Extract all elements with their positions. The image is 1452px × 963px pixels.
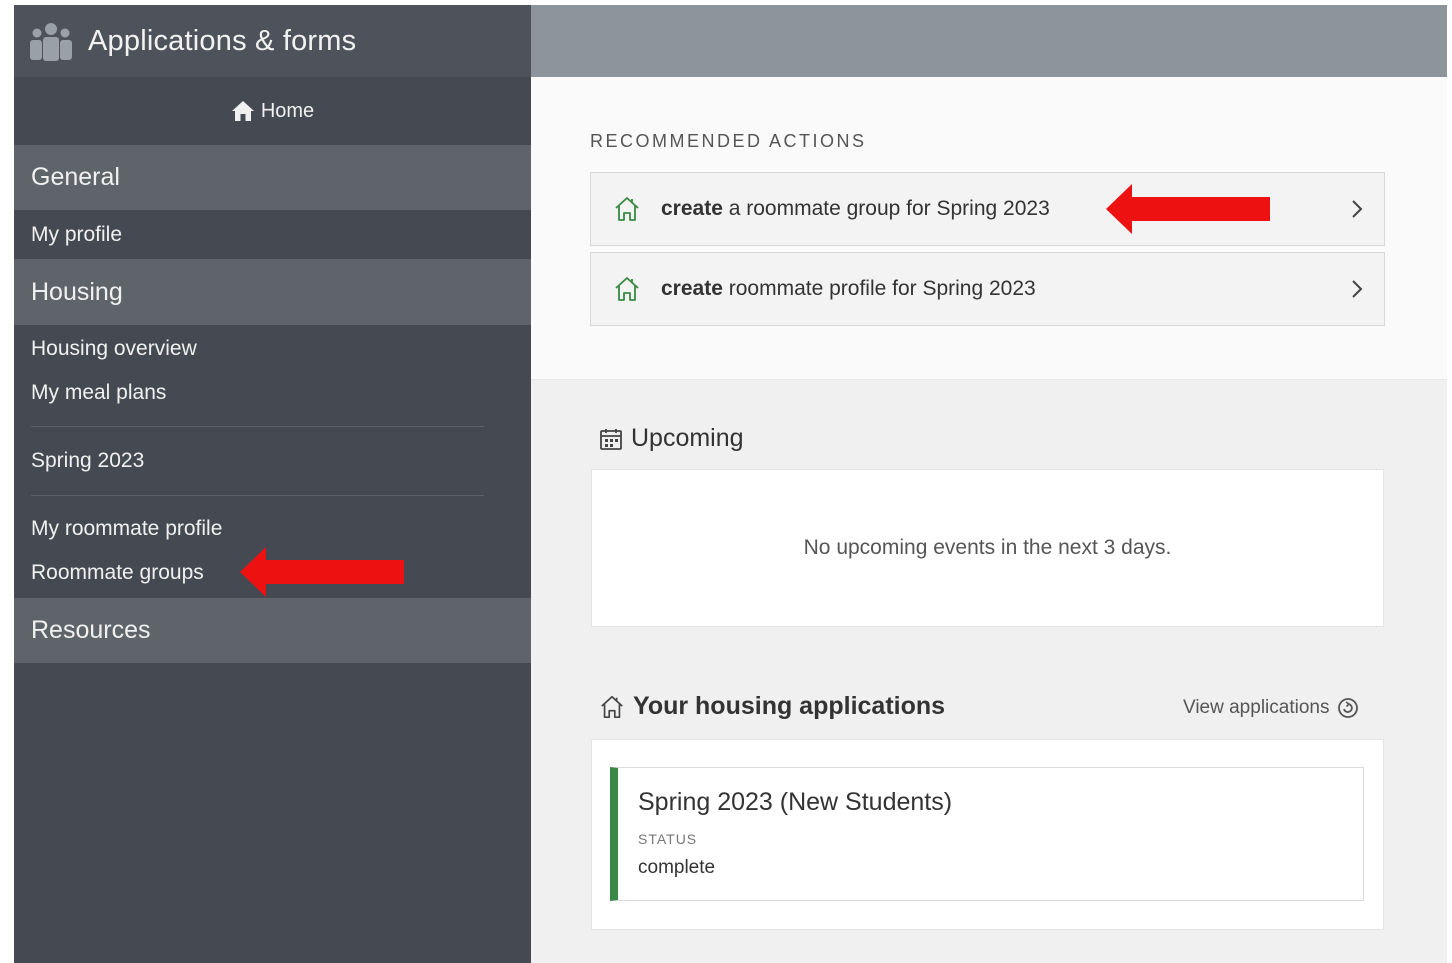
calendar-icon bbox=[600, 428, 622, 450]
house-outline-icon bbox=[615, 277, 639, 301]
action-create-roommate-profile[interactable]: create roommate profile for Spring 2023 bbox=[590, 252, 1385, 326]
section-housing[interactable]: Housing bbox=[14, 259, 531, 325]
action-text: create a roommate group for Spring 2023 bbox=[661, 197, 1050, 220]
house-outline-icon bbox=[601, 695, 623, 718]
home-link[interactable]: Home bbox=[14, 77, 531, 145]
home-icon bbox=[231, 101, 254, 121]
chevron-right-icon bbox=[1352, 200, 1363, 218]
housing-applications-heading: Your housing applications bbox=[599, 692, 945, 721]
sidebar-title: Applications & forms bbox=[88, 24, 357, 57]
application-item[interactable]: Spring 2023 (New Students) STATUS comple… bbox=[610, 767, 1364, 901]
section-resources[interactable]: Resources bbox=[14, 598, 531, 663]
application-status-label: STATUS bbox=[638, 831, 698, 847]
top-bar bbox=[531, 5, 1447, 77]
upcoming-card: No upcoming events in the next 3 days. bbox=[591, 469, 1384, 627]
sidebar-item-housing-overview[interactable]: Housing overview bbox=[14, 327, 531, 371]
sidebar-item-my-roommate-profile[interactable]: My roommate profile bbox=[14, 507, 531, 551]
upcoming-empty-message: No upcoming events in the next 3 days. bbox=[803, 536, 1172, 559]
people-group-icon bbox=[30, 23, 72, 61]
upcoming-title: Upcoming bbox=[631, 424, 744, 452]
annotation-arrow-sidebar bbox=[240, 547, 404, 597]
sidebar: Applications & forms Home General My pro… bbox=[14, 5, 531, 963]
section-general[interactable]: General bbox=[14, 145, 531, 210]
application-status-value: complete bbox=[638, 857, 716, 878]
home-label: Home bbox=[260, 99, 315, 122]
recommended-actions-heading: RECOMMENDED ACTIONS bbox=[590, 131, 867, 151]
view-applications-link[interactable]: View applications bbox=[1183, 697, 1359, 719]
housing-applications-title: Your housing applications bbox=[633, 692, 946, 720]
annotation-arrow-action bbox=[1106, 184, 1270, 234]
view-applications-label: View applications bbox=[1183, 697, 1330, 718]
upcoming-heading: Upcoming bbox=[599, 424, 744, 453]
sidebar-header: Applications & forms bbox=[14, 5, 531, 77]
application-title: Spring 2023 (New Students) bbox=[638, 788, 953, 816]
chevron-right-icon bbox=[1352, 280, 1363, 298]
sidebar-item-my-meal-plans[interactable]: My meal plans bbox=[14, 371, 531, 415]
sidebar-item-spring-2023[interactable]: Spring 2023 bbox=[14, 439, 531, 483]
sidebar-item-my-profile[interactable]: My profile bbox=[14, 210, 531, 259]
arrow-circle-icon bbox=[1338, 698, 1359, 718]
action-text: create roommate profile for Spring 2023 bbox=[661, 277, 1036, 300]
house-outline-icon bbox=[615, 197, 639, 221]
